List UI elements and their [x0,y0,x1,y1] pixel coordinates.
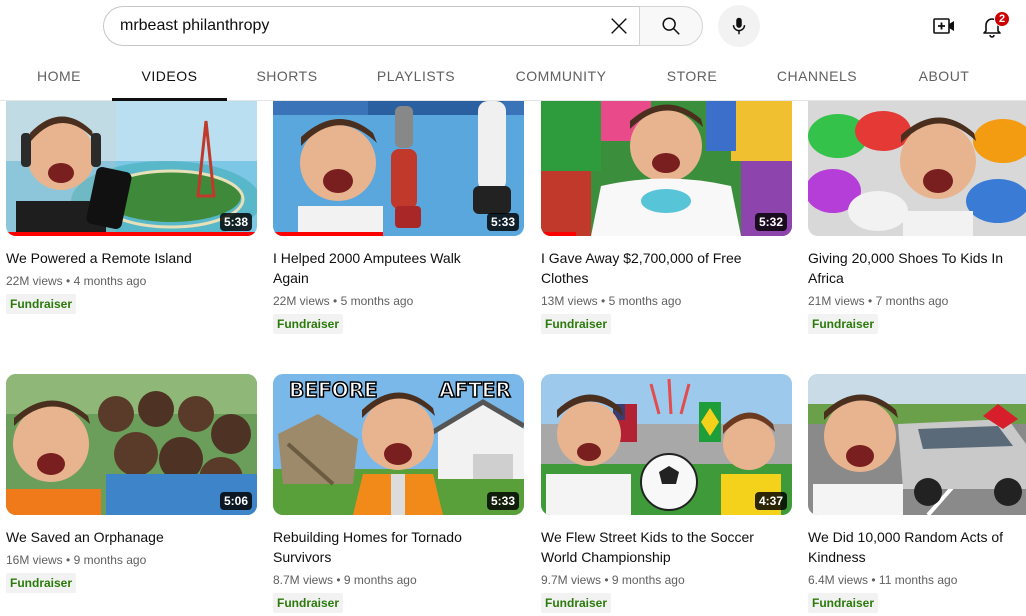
watch-progress-bar [6,232,257,236]
video-metadata: 6.4M views • 11 months ago [808,573,958,587]
video-duration: 5:33 [486,492,519,510]
video-card[interactable]: 4:37 We Flew Street Kids to the Soccer W… [541,374,792,613]
video-thumbnail[interactable]: BEFORE AFTER 5:33 [273,374,524,515]
view-count: 6.4M views [808,573,869,587]
view-count: 22M views [273,294,330,308]
video-thumbnail[interactable]: 5:06 [6,374,257,515]
video-duration: 5:06 [219,492,252,510]
video-thumbnail[interactable]: 5:32 [541,101,792,236]
video-metadata: 9.7M views • 9 months ago [541,573,685,587]
thumbnail-overlay-before: BEFORE [288,377,378,403]
voice-search-button[interactable] [718,5,760,47]
video-duration: 4:37 [754,492,787,510]
search-bar [103,6,703,46]
video-thumbnail[interactable] [808,101,1026,236]
fundraiser-badge: Fundraiser [6,573,77,593]
search-input[interactable] [120,17,599,35]
video-card[interactable]: Giving 20,000 Shoes To Kids In Africa 21… [808,101,1026,334]
channel-tabs: HOME VIDEOS SHORTS PLAYLISTS COMMUNITY S… [0,52,1026,101]
video-duration: 5:32 [754,213,787,231]
video-title[interactable]: I Gave Away $2,700,000 of Free Clothes [541,248,766,288]
video-duration: 5:38 [219,213,252,231]
create-button[interactable] [924,6,964,46]
watch-progress-bar [541,232,577,236]
tab-about[interactable]: ABOUT [906,52,982,100]
upload-age: 9 months ago [343,573,417,587]
video-grid: 5:38 We Powered a Remote Island 22M view… [0,101,1026,616]
view-count: 9.7M views [541,573,602,587]
video-card[interactable]: 5:38 We Powered a Remote Island 22M view… [6,101,257,314]
view-count: 21M views [808,294,865,308]
create-video-icon [933,18,954,34]
video-metadata: 21M views • 7 months ago [808,294,949,308]
video-thumbnail[interactable]: 5:38 [6,101,257,236]
tab-shorts[interactable]: SHORTS [248,52,326,100]
video-title[interactable]: I Helped 2000 Amputees Walk Again [273,248,498,288]
video-card[interactable]: 5:33 I Helped 2000 Amputees Walk Again 2… [273,101,524,334]
masthead: 2 [0,0,1026,52]
upload-age: 5 months ago [340,294,414,308]
video-metadata: 22M views • 5 months ago [273,294,414,308]
fundraiser-badge: Fundraiser [273,314,344,334]
upload-age: 11 months ago [878,573,958,587]
search-box[interactable] [103,6,639,46]
fundraiser-badge: Fundraiser [808,314,879,334]
video-card[interactable]: 5:32 I Gave Away $2,700,000 of Free Clot… [541,101,792,334]
close-icon [611,18,627,34]
upload-age: 7 months ago [875,294,949,308]
tab-videos[interactable]: VIDEOS [112,52,227,101]
watch-progress-bar [273,232,384,236]
video-title[interactable]: We Did 10,000 Random Acts of Kindness [808,527,1026,567]
microphone-icon [732,17,746,35]
fundraiser-badge: Fundraiser [541,314,612,334]
video-metadata: 13M views • 5 months ago [541,294,682,308]
video-card[interactable]: BEFORE AFTER 5:33 Rebuilding Homes for T… [273,374,524,613]
view-count: 22M views [6,274,63,288]
tab-community[interactable]: COMMUNITY [505,52,617,100]
notifications-button[interactable]: 2 [972,6,1012,46]
tab-channels[interactable]: CHANNELS [766,52,868,100]
upload-age: 9 months ago [611,573,685,587]
video-title[interactable]: Giving 20,000 Shoes To Kids In Africa [808,248,1026,288]
upload-age: 4 months ago [73,274,147,288]
video-title[interactable]: We Flew Street Kids to the Soccer World … [541,527,766,567]
clear-search-button[interactable] [599,7,639,45]
video-duration: 5:33 [486,213,519,231]
search-button[interactable] [639,6,703,46]
tab-playlists[interactable]: PLAYLISTS [366,52,466,100]
video-metadata: 22M views • 4 months ago [6,274,147,288]
fundraiser-badge: Fundraiser [541,593,612,613]
video-metadata: 16M views • 9 months ago [6,553,147,567]
video-metadata: 8.7M views • 9 months ago [273,573,417,587]
fundraiser-badge: Fundraiser [808,593,879,613]
view-count: 8.7M views [273,573,334,587]
thumbnail-overlay-after: AFTER [438,377,511,403]
video-title[interactable]: We Saved an Orphanage [6,527,231,547]
search-icon [662,17,680,35]
view-count: 13M views [541,294,598,308]
upload-age: 5 months ago [608,294,682,308]
view-count: 16M views [6,553,63,567]
tab-home[interactable]: HOME [22,52,96,100]
video-title[interactable]: Rebuilding Homes for Tornado Survivors [273,527,498,567]
notification-count-badge: 2 [994,11,1010,27]
fundraiser-badge: Fundraiser [273,593,344,613]
video-thumbnail[interactable] [808,374,1026,515]
upload-age: 9 months ago [73,553,147,567]
fundraiser-badge: Fundraiser [6,294,77,314]
tab-store[interactable]: STORE [658,52,726,100]
video-title[interactable]: We Powered a Remote Island [6,248,231,268]
video-thumbnail[interactable]: 4:37 [541,374,792,515]
video-card[interactable]: We Did 10,000 Random Acts of Kindness 6.… [808,374,1026,613]
video-thumbnail[interactable]: 5:33 [273,101,524,236]
video-card[interactable]: 5:06 We Saved an Orphanage 16M views • 9… [6,374,257,593]
